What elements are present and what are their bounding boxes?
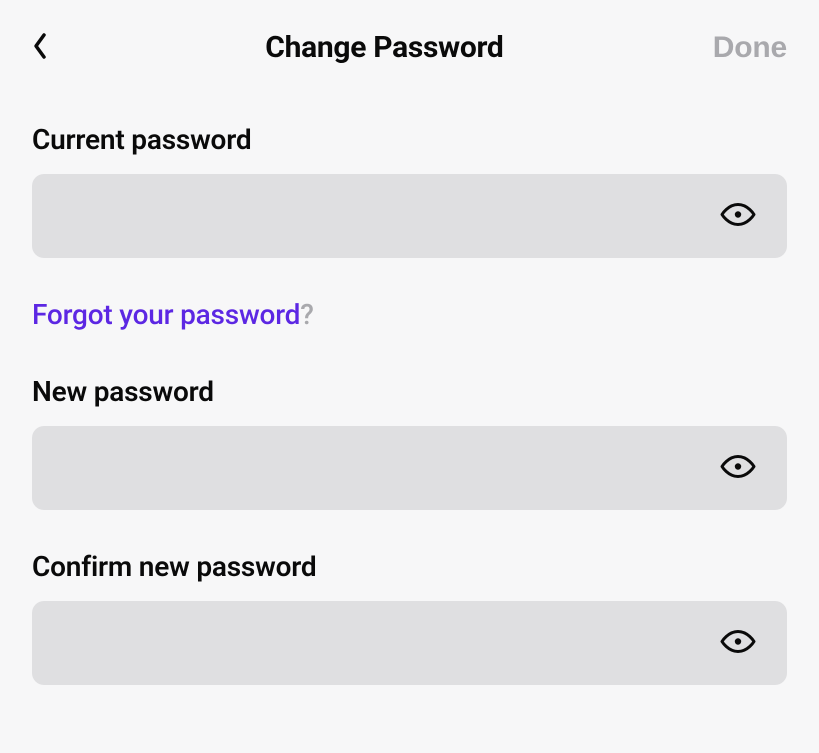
toggle-visibility-new[interactable]: [713, 448, 763, 489]
back-button[interactable]: [24, 28, 56, 67]
forgot-password-link[interactable]: Forgot your password: [32, 298, 300, 331]
confirm-password-input[interactable]: [32, 601, 787, 685]
confirm-password-label: Confirm new password: [32, 550, 787, 583]
toggle-visibility-confirm[interactable]: [713, 623, 763, 664]
forgot-password-qmark: ?: [300, 298, 313, 331]
eye-icon: [719, 202, 757, 231]
current-password-group: Current password: [32, 123, 787, 258]
header: Change Password Done: [0, 0, 819, 95]
current-password-input[interactable]: [32, 174, 787, 258]
confirm-password-group: Confirm new password: [32, 550, 787, 685]
confirm-password-input-wrap: [32, 601, 787, 685]
forgot-password-row: Forgot your password?: [32, 298, 787, 331]
toggle-visibility-current[interactable]: [713, 196, 763, 237]
current-password-input-wrap: [32, 174, 787, 258]
new-password-label: New password: [32, 375, 787, 408]
content: Current password Forgot your password? N…: [0, 95, 819, 685]
chevron-left-icon: [32, 32, 48, 63]
new-password-group: New password: [32, 375, 787, 510]
current-password-label: Current password: [32, 123, 787, 156]
new-password-input[interactable]: [32, 426, 787, 510]
page-title: Change Password: [265, 30, 503, 65]
new-password-input-wrap: [32, 426, 787, 510]
eye-icon: [719, 454, 757, 483]
done-button[interactable]: Done: [713, 31, 787, 65]
eye-icon: [719, 629, 757, 658]
